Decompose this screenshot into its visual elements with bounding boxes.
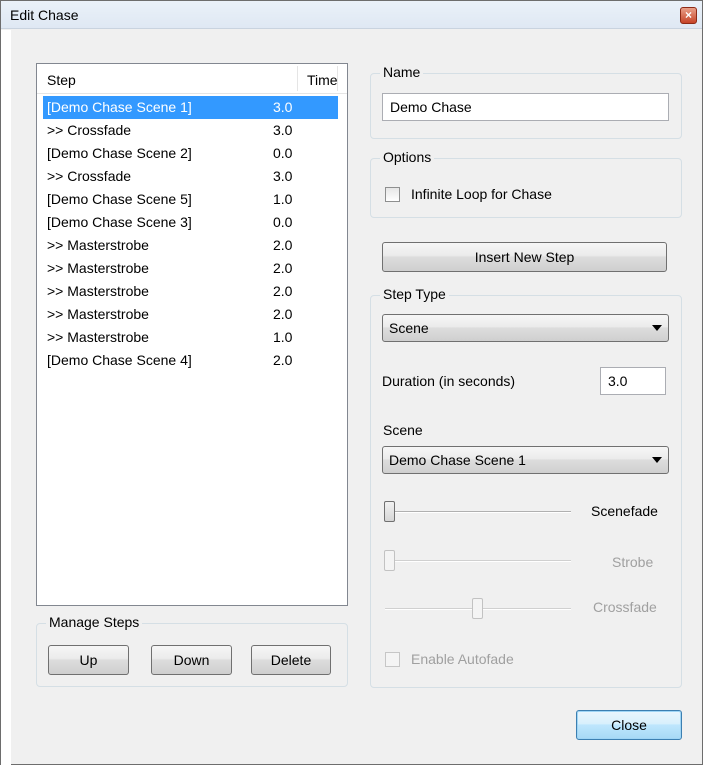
time-cell: 2.0 xyxy=(273,283,293,299)
delete-button[interactable]: Delete xyxy=(251,645,331,675)
close-icon[interactable]: × xyxy=(680,7,697,24)
time-cell: 3.0 xyxy=(273,168,293,184)
table-row[interactable]: >> Crossfade 3.0 xyxy=(37,165,347,188)
background-strip xyxy=(1,30,11,765)
chevron-down-icon xyxy=(652,325,662,331)
window-title: Edit Chase xyxy=(10,7,79,23)
strobe-slider-thumb xyxy=(384,550,395,571)
step-cell: >> Masterstrobe xyxy=(47,237,149,253)
step-cell: [Demo Chase Scene 3] xyxy=(47,214,192,230)
infinite-loop-label[interactable]: Infinite Loop for Chase xyxy=(411,186,552,202)
time-cell: 1.0 xyxy=(273,329,293,345)
enable-autofade-checkbox xyxy=(385,652,400,667)
scenefade-slider-track[interactable] xyxy=(385,511,571,513)
insert-new-step-button[interactable]: Insert New Step xyxy=(382,242,667,272)
time-cell: 2.0 xyxy=(273,306,293,322)
options-label: Options xyxy=(380,149,435,165)
table-row[interactable]: [Demo Chase Scene 3] 0.0 xyxy=(37,211,347,234)
list-rows: [Demo Chase Scene 1] 3.0 >> Crossfade 3.0 [D… xyxy=(37,96,347,372)
step-cell: [Demo Chase Scene 4] xyxy=(47,352,192,368)
chase-name-field[interactable]: Demo Chase xyxy=(382,93,669,121)
step-cell: [Demo Chase Scene 2] xyxy=(47,145,192,161)
up-button[interactable]: Up xyxy=(48,645,129,675)
table-row[interactable]: [Demo Chase Scene 2] 0.0 xyxy=(37,142,347,165)
crossfade-label: Crossfade xyxy=(593,599,657,615)
steps-list[interactable]: Step Time [Demo Chase Scene 1] 3.0 >> Cros… xyxy=(36,63,348,606)
table-row[interactable]: [Demo Chase Scene 4] 2.0 xyxy=(37,349,347,372)
scene-label: Scene xyxy=(383,422,423,438)
table-row[interactable]: >> Masterstrobe 2.0 xyxy=(37,280,347,303)
step-type-value: Scene xyxy=(389,320,429,336)
duration-label: Duration (in seconds) xyxy=(382,373,516,389)
name-label: Name xyxy=(380,64,424,80)
scene-select[interactable]: Demo Chase Scene 1 xyxy=(382,446,669,474)
time-cell: 1.0 xyxy=(273,191,293,207)
table-row[interactable]: >> Masterstrobe 1.0 xyxy=(37,326,347,349)
column-header-time[interactable]: Time xyxy=(307,72,338,88)
time-cell: 3.0 xyxy=(273,122,293,138)
step-cell: >> Crossfade xyxy=(47,168,132,184)
time-cell: 3.0 xyxy=(273,99,293,115)
enable-autofade-label: Enable Autofade xyxy=(411,651,514,667)
column-header-step[interactable]: Step xyxy=(47,72,76,88)
down-button[interactable]: Down xyxy=(151,645,232,675)
time-cell: 0.0 xyxy=(273,145,293,161)
table-row[interactable]: >> Masterstrobe 2.0 xyxy=(37,303,347,326)
step-type-group: Step Type xyxy=(370,286,682,688)
close-button[interactable]: Close xyxy=(576,710,682,740)
table-row[interactable]: >> Crossfade 3.0 xyxy=(37,119,347,142)
step-cell: >> Masterstrobe xyxy=(47,329,149,345)
step-cell: >> Crossfade xyxy=(47,122,132,138)
table-row[interactable]: [Demo Chase Scene 5] 1.0 xyxy=(37,188,347,211)
step-cell: [Demo Chase Scene 5] xyxy=(47,191,192,207)
table-row[interactable]: [Demo Chase Scene 1] 3.0 xyxy=(37,96,347,119)
strobe-slider-track xyxy=(385,560,571,562)
step-cell: [Demo Chase Scene 1] xyxy=(47,99,192,115)
manage-steps-label: Manage Steps xyxy=(46,614,143,630)
scenefade-slider-thumb[interactable] xyxy=(384,501,395,522)
time-cell: 0.0 xyxy=(273,214,293,230)
title-bar[interactable]: Edit Chase × xyxy=(1,1,702,29)
scenefade-label: Scenefade xyxy=(591,503,658,519)
step-type-label: Step Type xyxy=(380,286,449,302)
edit-chase-window: Edit Chase × Step Time [Demo Chase Scene… xyxy=(0,0,703,765)
column-divider[interactable] xyxy=(337,66,338,91)
list-header: Step Time xyxy=(37,64,347,94)
step-cell: >> Masterstrobe xyxy=(47,306,149,322)
duration-field[interactable]: 3.0 xyxy=(600,367,666,395)
strobe-label: Strobe xyxy=(612,554,654,570)
step-type-select[interactable]: Scene xyxy=(382,314,669,342)
time-cell: 2.0 xyxy=(273,260,293,276)
time-cell: 2.0 xyxy=(273,352,293,368)
table-row[interactable]: >> Masterstrobe 2.0 xyxy=(37,257,347,280)
column-divider[interactable] xyxy=(297,66,298,91)
scene-value: Demo Chase Scene 1 xyxy=(389,452,526,468)
infinite-loop-checkbox[interactable] xyxy=(385,187,400,202)
step-cell: >> Masterstrobe xyxy=(47,260,149,276)
time-cell: 2.0 xyxy=(273,237,293,253)
chevron-down-icon xyxy=(652,457,662,463)
table-row[interactable]: >> Masterstrobe 2.0 xyxy=(37,234,347,257)
crossfade-slider-thumb xyxy=(472,598,483,619)
step-cell: >> Masterstrobe xyxy=(47,283,149,299)
